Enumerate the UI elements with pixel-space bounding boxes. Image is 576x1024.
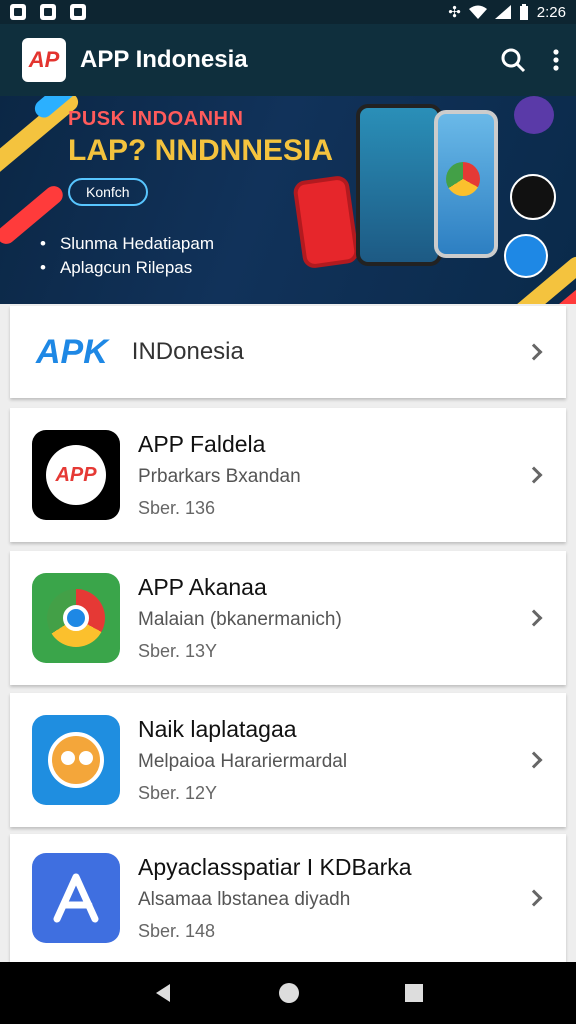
tablet-image <box>292 174 360 270</box>
app-p-logo-icon: APP <box>32 430 120 520</box>
app-store-a-icon <box>32 853 120 943</box>
app-subtitle: Malaian (bkanermanich) <box>138 609 342 630</box>
banner-bullets: Slunma Hedatiapam Aplagcun Rilepas <box>40 232 214 280</box>
app-title: APP Akanaa <box>138 574 267 600</box>
navigation-bar <box>0 962 576 1024</box>
app-badge-icon <box>510 174 556 220</box>
app-meta: Sber. 13Y <box>138 641 218 661</box>
status-time: 2:26 <box>536 3 566 21</box>
app-card[interactable]: Naik laplatagaa Melpaioa Harariermardal … <box>10 693 566 827</box>
wifi-icon <box>468 5 487 19</box>
bird-badge-icon <box>514 96 554 134</box>
app-logo-text: AP <box>28 47 60 72</box>
chevron-right-icon <box>525 466 543 484</box>
banner-bullet: Slunma Hedatiapam <box>40 232 214 256</box>
home-icon[interactable] <box>278 982 300 1004</box>
search-icon[interactable] <box>500 47 526 73</box>
app-card[interactable]: APP APP Faldela Prbarkars Bxandan Sber. … <box>10 408 566 542</box>
app-title: APP Indonesia <box>80 46 248 73</box>
app-subtitle: Prbarkars Bxandan <box>138 466 301 487</box>
app-meta: Sber. 148 <box>138 921 216 941</box>
app-logo[interactable]: AP <box>22 38 66 82</box>
app-card[interactable]: Apyaclasspatiar I KDBarka Alsamaa lbstan… <box>10 834 566 962</box>
notification-icon <box>40 4 56 20</box>
battery-icon <box>519 4 528 20</box>
app-subtitle: Alsamaa lbstanea diyadh <box>138 889 351 910</box>
app-title: APP Faldela <box>138 431 266 457</box>
status-bar: ✣ 2:26 <box>0 0 576 24</box>
play-badge-icon <box>504 234 548 278</box>
featured-card[interactable]: APK INDonesia <box>10 306 566 398</box>
app-bar: AP APP Indonesia <box>0 24 576 96</box>
chevron-right-icon <box>525 343 543 361</box>
chrome-logo-icon <box>32 573 120 663</box>
phone-image <box>356 104 442 266</box>
notification-icon <box>10 4 26 20</box>
apk-logo: APK <box>36 332 108 371</box>
notification-icon <box>70 4 86 20</box>
chevron-right-icon <box>525 751 543 769</box>
banner-line-1: PUSK INDOANHN <box>68 108 244 130</box>
app-meta: Sber. 136 <box>138 498 216 518</box>
chevron-right-icon <box>525 889 543 907</box>
banner-bullet: Aplagcun Rilepas <box>40 256 214 280</box>
banner-bubble: Konfch <box>68 178 148 206</box>
chrome-badge-icon <box>446 162 480 196</box>
app-card[interactable]: APP Akanaa Malaian (bkanermanich) Sber. … <box>10 551 566 685</box>
app-title: Naik laplatagaa <box>138 716 297 742</box>
vibrate-icon: ✣ <box>448 4 461 21</box>
promo-banner[interactable]: PUSK INDOANHN LAP? NNDNNESIA Konfch Slun… <box>0 96 576 304</box>
signal-icon <box>494 5 511 19</box>
recents-icon[interactable] <box>404 983 424 1003</box>
app-subtitle: Melpaioa Harariermardal <box>138 751 348 772</box>
back-icon[interactable] <box>152 982 174 1004</box>
featured-label: INDonesia <box>131 338 244 365</box>
app-title: Apyaclasspatiar I KDBarka <box>138 854 412 880</box>
bird-face-icon <box>32 715 120 805</box>
chevron-right-icon <box>525 609 543 627</box>
app-meta: Sber. 12Y <box>138 783 218 803</box>
banner-line-2: LAP? NNDNNESIA <box>68 134 334 167</box>
more-vert-icon[interactable] <box>552 48 560 72</box>
